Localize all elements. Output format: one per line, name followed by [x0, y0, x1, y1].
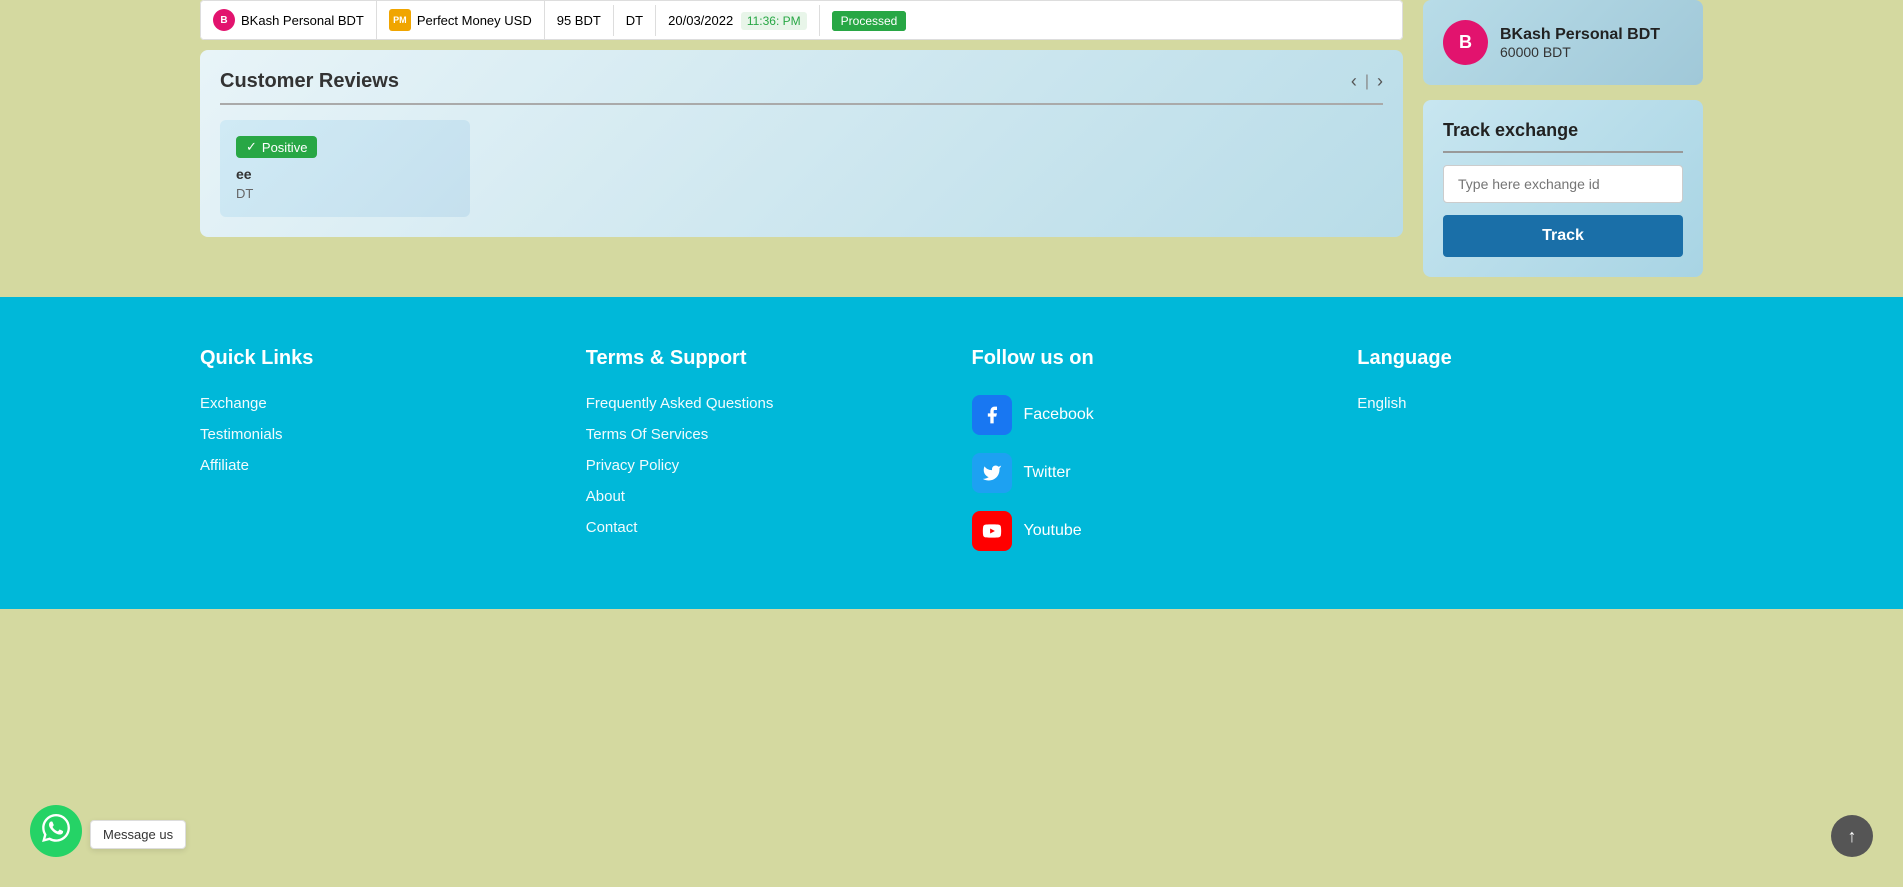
follow-heading: Follow us on	[972, 347, 1318, 370]
cell-to: PM Perfect Money USD	[377, 1, 545, 39]
sidebar: B BKash Personal BDT 60000 BDT Track exc…	[1423, 0, 1703, 277]
whatsapp-icon	[42, 814, 70, 849]
review-user: ee	[236, 166, 454, 182]
track-input[interactable]	[1443, 165, 1683, 203]
footer-link-english[interactable]: English	[1357, 395, 1703, 412]
footer: Quick Links Exchange Testimonials Affili…	[0, 297, 1903, 609]
twitter-icon	[972, 453, 1012, 493]
bkash-amount: 60000 BDT	[1500, 44, 1660, 60]
arrow-up-icon: ↑	[1848, 826, 1857, 847]
reviews-prev-button[interactable]: ‹	[1351, 71, 1357, 92]
footer-link-exchange[interactable]: Exchange	[200, 395, 546, 412]
track-title: Track exchange	[1443, 120, 1683, 153]
social-twitter[interactable]: Twitter	[972, 453, 1318, 493]
footer-link-affiliate[interactable]: Affiliate	[200, 457, 546, 474]
cell-type: DT	[614, 5, 656, 36]
review-card: ✓ Positive ee DT	[220, 120, 470, 217]
cell-date: 20/03/2022 11:36: PM	[656, 5, 820, 36]
track-button[interactable]: Track	[1443, 215, 1683, 257]
bkash-logo-icon: B	[1443, 20, 1488, 65]
terms-heading: Terms & Support	[586, 347, 932, 370]
check-icon: ✓	[246, 139, 257, 155]
footer-col-follow: Follow us on Facebook Twitter	[972, 347, 1318, 569]
twitter-label: Twitter	[1024, 464, 1071, 482]
positive-badge: ✓ Positive	[236, 136, 317, 158]
footer-link-tos[interactable]: Terms Of Services	[586, 426, 932, 443]
footer-link-about[interactable]: About	[586, 488, 932, 505]
footer-link-faq[interactable]: Frequently Asked Questions	[586, 395, 932, 412]
footer-link-testimonials[interactable]: Testimonials	[200, 426, 546, 443]
pm-icon: PM	[389, 9, 411, 31]
quick-links-heading: Quick Links	[200, 347, 546, 370]
sentiment-label: Positive	[262, 140, 308, 155]
language-heading: Language	[1357, 347, 1703, 370]
facebook-icon	[972, 395, 1012, 435]
facebook-label: Facebook	[1024, 406, 1094, 424]
footer-link-privacy[interactable]: Privacy Policy	[586, 457, 932, 474]
cell-amount: 95 BDT	[545, 5, 614, 36]
footer-col-language: Language English	[1357, 347, 1703, 569]
to-label: Perfect Money USD	[417, 13, 532, 28]
reviews-section: Customer Reviews ‹ | › ✓ Positive ee DT	[200, 50, 1403, 237]
reviews-nav: ‹ | ›	[1351, 71, 1383, 92]
nav-divider: |	[1365, 73, 1369, 91]
scroll-to-top-button[interactable]: ↑	[1831, 815, 1873, 857]
bkash-icon: B	[213, 9, 235, 31]
cell-from: B BKash Personal BDT	[201, 1, 377, 39]
cell-status: Processed	[820, 5, 919, 36]
bkash-card: B BKash Personal BDT 60000 BDT	[1423, 0, 1703, 85]
track-card: Track exchange Track	[1423, 100, 1703, 277]
message-us-bubble: Message us	[90, 820, 186, 849]
reviews-header: Customer Reviews ‹ | ›	[220, 70, 1383, 105]
from-label: BKash Personal BDT	[241, 13, 364, 28]
bkash-info: BKash Personal BDT 60000 BDT	[1500, 26, 1660, 60]
footer-col-terms: Terms & Support Frequently Asked Questio…	[586, 347, 932, 569]
reviews-title: Customer Reviews	[220, 70, 399, 93]
reviews-next-button[interactable]: ›	[1377, 71, 1383, 92]
social-facebook[interactable]: Facebook	[972, 395, 1318, 435]
whatsapp-button[interactable]	[30, 805, 82, 857]
youtube-label: Youtube	[1024, 522, 1082, 540]
time-badge: 11:36: PM	[741, 12, 807, 30]
footer-col-quick-links: Quick Links Exchange Testimonials Affili…	[200, 347, 546, 569]
bkash-name: BKash Personal BDT	[1500, 26, 1660, 44]
status-badge: Processed	[832, 11, 907, 31]
transaction-row: B BKash Personal BDT PM Perfect Money US…	[200, 0, 1403, 40]
transaction-table: B BKash Personal BDT PM Perfect Money US…	[200, 0, 1403, 40]
footer-link-contact[interactable]: Contact	[586, 519, 932, 536]
youtube-icon	[972, 511, 1012, 551]
footer-grid: Quick Links Exchange Testimonials Affili…	[200, 347, 1703, 569]
social-youtube[interactable]: Youtube	[972, 511, 1318, 551]
review-type: DT	[236, 186, 454, 201]
